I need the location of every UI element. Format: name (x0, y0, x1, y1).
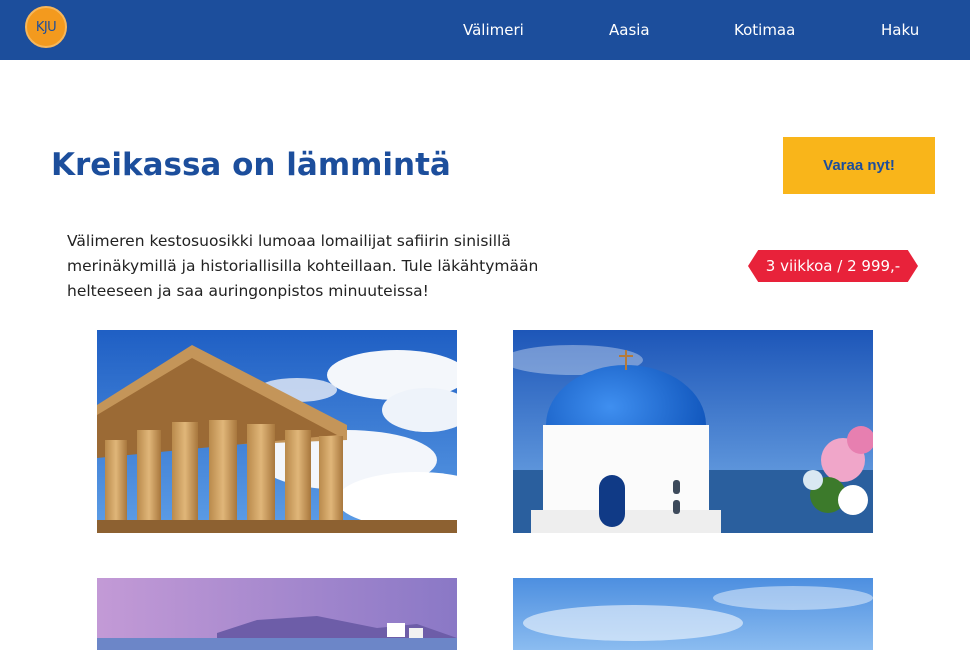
nav-item-aasia[interactable]: Aasia (609, 20, 650, 40)
nav-item-haku[interactable]: Haku (881, 20, 919, 40)
blue-dome-church-photo[interactable] (513, 330, 873, 533)
nav-item-kotimaa[interactable]: Kotimaa (734, 20, 795, 40)
sky-image (513, 578, 873, 650)
blue-dome-church-image (513, 330, 873, 533)
nav-item-valimeri[interactable]: Välimeri (463, 20, 524, 40)
logo[interactable]: KJU (25, 6, 67, 48)
logo-text: KJU (35, 19, 57, 35)
santorini-sunset-image (97, 578, 457, 650)
santorini-sunset-photo[interactable] (97, 578, 457, 650)
top-navbar: KJU Välimeri Aasia Kotimaa Haku (0, 0, 970, 60)
parthenon-image (97, 330, 457, 533)
price-badge: 3 viikkoa / 2 999,- (748, 250, 918, 282)
sky-photo[interactable] (513, 578, 873, 650)
intro-text: Välimeren kestosuosikki lumoaa lomailija… (67, 232, 539, 300)
page-title: Kreikassa on lämmintä (51, 147, 451, 183)
book-now-button[interactable]: Varaa nyt! (783, 137, 935, 194)
parthenon-photo[interactable] (97, 330, 457, 533)
